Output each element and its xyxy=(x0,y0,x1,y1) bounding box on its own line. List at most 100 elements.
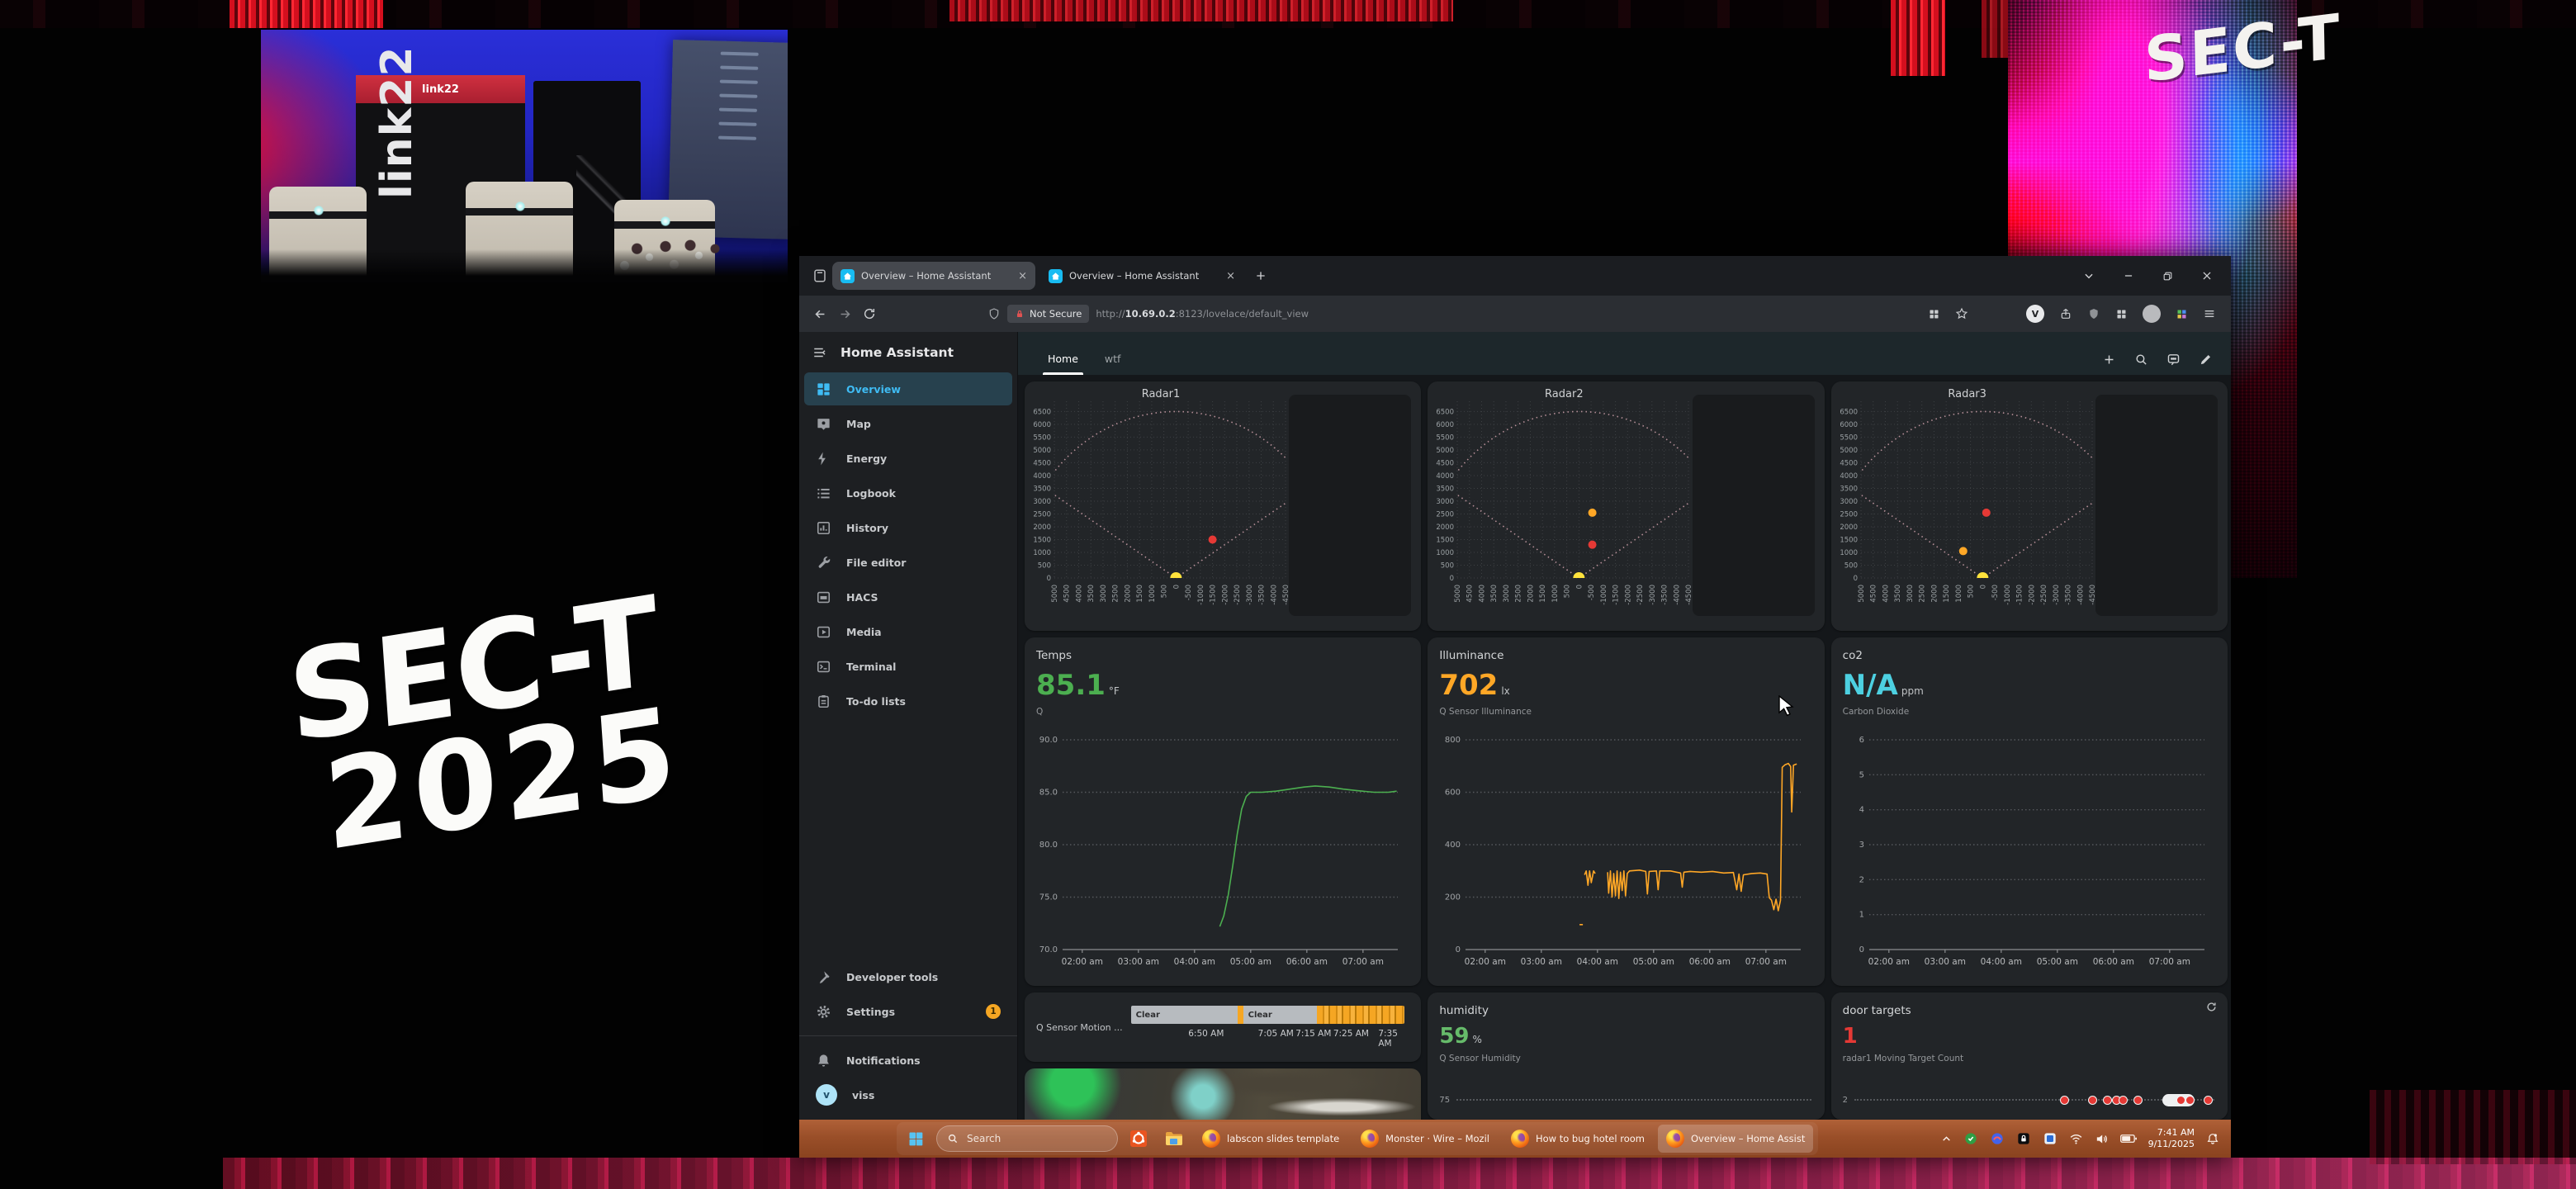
sidebar-item-hacs[interactable]: HACS xyxy=(804,580,1012,613)
browser-tab-1[interactable]: Overview – Home Assistant × xyxy=(832,262,1035,290)
search-icon xyxy=(947,1133,959,1144)
start-button[interactable] xyxy=(902,1125,930,1153)
firefox-view-icon[interactable] xyxy=(807,263,832,288)
motion-segment-striped xyxy=(1317,1006,1404,1024)
svg-text:0: 0 xyxy=(1853,575,1857,583)
sidebar-item-developer-tools[interactable]: Developer tools xyxy=(804,960,1012,993)
motion-time-label: 7:15 AM xyxy=(1295,1029,1331,1039)
sidebar-item-logbook[interactable]: Logbook xyxy=(804,476,1012,509)
volume-icon[interactable] xyxy=(2095,1132,2109,1146)
add-icon[interactable] xyxy=(2102,353,2116,367)
not-secure-chip[interactable]: Not Secure xyxy=(1007,305,1089,323)
glitch-streak xyxy=(230,0,383,28)
motion-card[interactable]: Q Sensor Motion ... ClearClear 6:50 AM7:… xyxy=(1025,992,1421,1062)
taskbar-search[interactable] xyxy=(936,1125,1118,1152)
radar2-card[interactable]: Radar2 500045004000350030002500200015001… xyxy=(1428,381,1824,631)
door-targets-card[interactable]: door targets 1 radar1 Moving Target Coun… xyxy=(1831,992,2228,1120)
refresh-icon[interactable] xyxy=(2205,1001,2218,1013)
tab-wtf[interactable]: wtf xyxy=(1091,344,1134,375)
browser-tab-2[interactable]: Overview – Home Assistant × xyxy=(1040,262,1243,290)
close-window-icon[interactable] xyxy=(2201,270,2213,282)
forward-icon[interactable] xyxy=(832,301,857,326)
tray-app3-icon[interactable] xyxy=(2043,1131,2057,1146)
extension-v-icon[interactable]: V xyxy=(2026,305,2044,323)
humidity-unit: % xyxy=(1473,1034,1482,1045)
sidebar-item-energy[interactable]: Energy xyxy=(804,442,1012,475)
tray-app2-icon[interactable] xyxy=(1990,1131,2005,1146)
humidity-card[interactable]: humidity 59% Q Sensor Humidity 75 xyxy=(1428,992,1824,1120)
extension-circle-icon[interactable] xyxy=(2143,305,2161,323)
camera-card[interactable] xyxy=(1025,1068,1421,1120)
search-input[interactable] xyxy=(965,1132,1092,1145)
sidebar-item-media[interactable]: Media xyxy=(804,615,1012,648)
svg-text:03:00 am: 03:00 am xyxy=(1924,957,1965,967)
wifi-icon[interactable] xyxy=(2069,1132,2083,1146)
co2-card[interactable]: co2 N/Appm Carbon Dioxide 012345602:00 a… xyxy=(1831,637,2228,986)
home-assistant-favicon xyxy=(1049,269,1063,283)
edit-pencil-icon[interactable] xyxy=(2199,353,2213,367)
temps-value: 85.1°F xyxy=(1036,669,1409,702)
taskbar-clock[interactable]: 7:41 AM 9/11/2025 xyxy=(2148,1127,2195,1150)
glitch-streak xyxy=(949,0,1453,21)
notification-bell-icon[interactable] xyxy=(2206,1132,2219,1145)
extension-share-icon[interactable] xyxy=(2059,307,2072,320)
sidebar-item-settings[interactable]: Settings 1 xyxy=(804,995,1012,1028)
illuminance-card[interactable]: Illuminance 702lx Q Sensor Illuminance 0… xyxy=(1428,637,1824,986)
tab-list-chevron-icon[interactable] xyxy=(2083,270,2095,282)
gridline-label: 75 xyxy=(1439,1096,1450,1105)
url-bar[interactable]: Not Secure http://10.69.0.2:8123/lovelac… xyxy=(987,305,1928,323)
extension-shield-icon[interactable] xyxy=(2087,307,2100,320)
sidebar-item-history[interactable]: History xyxy=(804,511,1012,544)
sidebar-menu-icon[interactable] xyxy=(812,345,827,360)
radar3-card[interactable]: Radar3 500045004000350030002500200015001… xyxy=(1831,381,2228,631)
radar1-card[interactable]: Radar1 500045004000350030002500200015001… xyxy=(1025,381,1421,631)
door-targets-value: 1 xyxy=(1843,1024,2216,1049)
tab-close-icon[interactable]: × xyxy=(1018,270,1027,282)
svg-text:2: 2 xyxy=(1859,875,1863,884)
tray-chevron-icon[interactable] xyxy=(1941,1134,1952,1144)
tab-home[interactable]: Home xyxy=(1035,344,1091,375)
extensions-puzzle-icon[interactable] xyxy=(2176,308,2188,320)
sidebar-item-todo[interactable]: To-do lists xyxy=(804,685,1012,718)
taskbar-button-2[interactable]: Monster · Wire – Mozil xyxy=(1352,1125,1498,1153)
tab-close-icon[interactable]: × xyxy=(1226,270,1235,282)
motion-bar[interactable]: ClearClear xyxy=(1131,1006,1405,1024)
tracking-shield-icon[interactable] xyxy=(987,307,1001,320)
sidebar-item-map[interactable]: Map xyxy=(804,407,1012,440)
shared-desktop: Overview – Home Assistant × Overview – H… xyxy=(799,256,2231,1158)
svg-text:6000: 6000 xyxy=(1840,421,1858,429)
menu-icon[interactable] xyxy=(2203,307,2216,320)
clock-time: 7:41 AM xyxy=(2148,1127,2195,1139)
tray-lock-icon[interactable] xyxy=(2016,1131,2031,1146)
svg-text:-2000: -2000 xyxy=(1625,585,1633,605)
taskbar-button-4[interactable]: Overview – Home Assist xyxy=(1658,1125,1813,1153)
back-icon[interactable] xyxy=(807,301,832,326)
sidebar-item-user[interactable]: v viss xyxy=(804,1078,1012,1111)
taskbar-button-1[interactable]: labscon slides template xyxy=(1194,1125,1347,1153)
sidebar-item-file-editor[interactable]: File editor xyxy=(804,546,1012,579)
ubuntu-app-icon[interactable] xyxy=(1125,1125,1153,1153)
taskbar-button-3[interactable]: How to bug hotel room xyxy=(1503,1125,1653,1153)
minimize-icon[interactable] xyxy=(2123,270,2134,282)
sidebar-item-terminal[interactable]: Terminal xyxy=(804,650,1012,683)
sidebar-item-notifications[interactable]: Notifications xyxy=(804,1044,1012,1077)
taskbar-button-label: Monster · Wire – Mozil xyxy=(1385,1133,1489,1144)
bookmark-star-icon[interactable] xyxy=(1955,307,1968,320)
tray-app1-icon[interactable] xyxy=(1963,1131,1978,1146)
svg-text:800: 800 xyxy=(1445,736,1461,745)
extension-grid-icon[interactable] xyxy=(2115,308,2128,320)
svg-text:4500: 4500 xyxy=(1437,459,1455,467)
new-tab-icon[interactable] xyxy=(1248,263,1273,288)
battery-icon[interactable] xyxy=(2120,1133,2137,1144)
tab-grid-icon[interactable] xyxy=(1928,308,1940,320)
search-icon[interactable] xyxy=(2134,353,2148,367)
svg-text:3000: 3000 xyxy=(1100,585,1108,603)
restore-icon[interactable] xyxy=(2162,271,2173,282)
file-explorer-icon[interactable] xyxy=(1159,1125,1187,1153)
sidebar-item-overview[interactable]: Overview xyxy=(804,372,1012,405)
sidebar-header: Home Assistant xyxy=(799,337,1017,372)
temps-card[interactable]: Temps 85.1°F Q 70.075.080.085.090.002:00… xyxy=(1025,637,1421,986)
reload-icon[interactable] xyxy=(857,301,882,326)
assist-chat-icon[interactable] xyxy=(2166,353,2181,367)
glitch-streak xyxy=(1891,0,1945,76)
